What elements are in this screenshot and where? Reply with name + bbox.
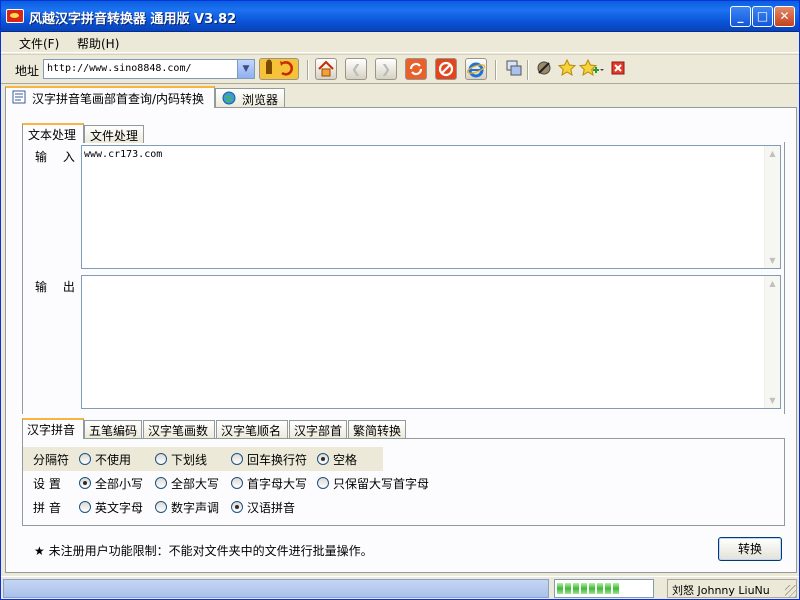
scroll-down-icon[interactable]: ▼: [765, 393, 780, 408]
pinyin-hanyu-radio[interactable]: 汉语拼音: [231, 499, 295, 516]
input-label: 输 入: [35, 150, 81, 164]
tab-pinyin-query[interactable]: 汉字拼音笔画部首查询/内码转换: [5, 86, 215, 108]
separator-newline-radio[interactable]: 回车换行符: [231, 451, 307, 468]
registration-note: ★ 未注册用户功能限制：不能对文件夹中的文件进行批量操作。: [34, 544, 373, 558]
input-scrollbar[interactable]: ▲ ▼: [764, 146, 780, 268]
separator-row: 分隔符 不使用 下划线 回车换行符 空格: [23, 447, 383, 471]
pinyin-label: 拼 音: [33, 501, 61, 515]
window-icon[interactable]: [503, 58, 525, 80]
scroll-up-icon[interactable]: ▲: [765, 146, 780, 161]
setting-lowercase-radio[interactable]: 全部小写: [79, 475, 143, 492]
settings-icon[interactable]: [533, 58, 555, 80]
address-value[interactable]: http://www.sino8848.com/: [47, 63, 192, 74]
tab-text-processing[interactable]: 文本处理: [22, 123, 84, 143]
setting-row: 设 置 全部小写 全部大写 首字母大写 只保留大写首字母: [23, 471, 543, 495]
pinyin-row: 拼 音 英文字母 数字声调 汉语拼音: [23, 495, 423, 519]
refresh-icon[interactable]: [405, 58, 427, 80]
stop-icon[interactable]: [435, 58, 457, 80]
address-combobox[interactable]: http://www.sino8848.com/ ▼: [43, 59, 255, 79]
tab-radical[interactable]: 汉字部首: [289, 420, 347, 439]
address-label: 地址: [15, 64, 40, 78]
status-message: [3, 579, 549, 598]
convert-button[interactable]: 转换: [718, 537, 782, 561]
menu-file[interactable]: 文件(F): [19, 35, 59, 52]
pinyin-tone-numbers-radio[interactable]: 数字声调: [155, 499, 219, 516]
setting-capitalize-radio[interactable]: 首字母大写: [231, 475, 307, 492]
add-favorite-icon[interactable]: [578, 58, 605, 80]
tab-label: 汉字拼音笔画部首查询/内码转换: [32, 92, 205, 106]
close-icon[interactable]: [607, 58, 629, 80]
app-window: 风越汉字拼音转换器 通用版 V3.82 _ □ ✕ 文件(F) 帮助(H) 地址…: [0, 0, 800, 600]
output-scrollbar[interactable]: ▲ ▼: [764, 276, 780, 408]
input-textarea[interactable]: www.cr173.com ▲ ▼: [81, 145, 781, 269]
setting-initials-radio[interactable]: 只保留大写首字母: [317, 475, 429, 492]
scroll-down-icon[interactable]: ▼: [765, 253, 780, 268]
app-icon[interactable]: [6, 9, 24, 23]
tab-trad-simp[interactable]: 繁简转换: [348, 420, 406, 439]
home-icon[interactable]: [315, 58, 337, 80]
tab-browser[interactable]: 浏览器: [215, 88, 285, 108]
document-icon: [12, 90, 26, 104]
scroll-up-icon[interactable]: ▲: [765, 276, 780, 291]
maximize-button[interactable]: □: [752, 6, 773, 27]
separator-label: 分隔符: [33, 453, 70, 467]
setting-label: 设 置: [33, 477, 61, 491]
status-bar: 刘怒 Johnny LiuNu: [1, 576, 799, 599]
input-text[interactable]: www.cr173.com: [84, 149, 162, 160]
globe-icon: [222, 91, 236, 105]
minimize-button[interactable]: _: [730, 6, 751, 27]
chevron-down-icon[interactable]: ▼: [237, 60, 254, 78]
title-bar[interactable]: 风越汉字拼音转换器 通用版 V3.82 _ □ ✕: [1, 1, 799, 32]
progress-bar: [554, 579, 654, 598]
tab-file-processing[interactable]: 文件处理: [84, 125, 144, 143]
ie-icon[interactable]: [465, 58, 487, 80]
author-credit: 刘怒 Johnny LiuNu: [667, 579, 797, 598]
favorite-icon[interactable]: [556, 58, 578, 80]
menu-bar: 文件(F) 帮助(H): [1, 32, 799, 53]
options-panel: 分隔符 不使用 下划线 回车换行符 空格 设 置 全部小写 全部大写 首字母大写…: [22, 438, 785, 526]
tab-wubi[interactable]: 五笔编码: [84, 420, 142, 439]
separator-space-radio[interactable]: 空格: [317, 451, 357, 468]
toolbar: 地址 http://www.sino8848.com/ ▼ ❮ ❯: [1, 54, 799, 84]
tab-stroke-count[interactable]: 汉字笔画数: [143, 420, 215, 439]
output-textarea[interactable]: ▲ ▼: [81, 275, 781, 409]
tab-hanzi-pinyin[interactable]: 汉字拼音: [22, 418, 84, 439]
main-tabs: 汉字拼音笔画部首查询/内码转换 浏览器: [5, 86, 797, 108]
toolbar-separator: [307, 60, 309, 80]
setting-uppercase-radio[interactable]: 全部大写: [155, 475, 219, 492]
separator-none-radio[interactable]: 不使用: [79, 451, 131, 468]
toolbar-separator: [527, 60, 529, 80]
output-label: 输 出: [35, 280, 81, 294]
window-title: 风越汉字拼音转换器 通用版 V3.82: [29, 12, 237, 27]
menu-help[interactable]: 帮助(H): [77, 35, 119, 52]
close-button[interactable]: ✕: [774, 6, 795, 27]
text-panel: 输 入 www.cr173.com ▲ ▼ 输 出 ▲ ▼: [22, 142, 785, 414]
tab-stroke-order[interactable]: 汉字笔顺名: [216, 420, 288, 439]
tab-label: 浏览器: [242, 93, 279, 107]
go-icon[interactable]: [259, 58, 299, 80]
toolbar-separator: [495, 60, 497, 80]
forward-icon[interactable]: ❯: [375, 58, 397, 80]
separator-underscore-radio[interactable]: 下划线: [155, 451, 207, 468]
resize-grip-icon[interactable]: [785, 585, 797, 597]
back-icon[interactable]: ❮: [345, 58, 367, 80]
pinyin-letters-radio[interactable]: 英文字母: [79, 499, 143, 516]
main-panel: 文本处理 文件处理 输 入 www.cr173.com ▲ ▼ 输 出 ▲ ▼: [5, 107, 797, 573]
